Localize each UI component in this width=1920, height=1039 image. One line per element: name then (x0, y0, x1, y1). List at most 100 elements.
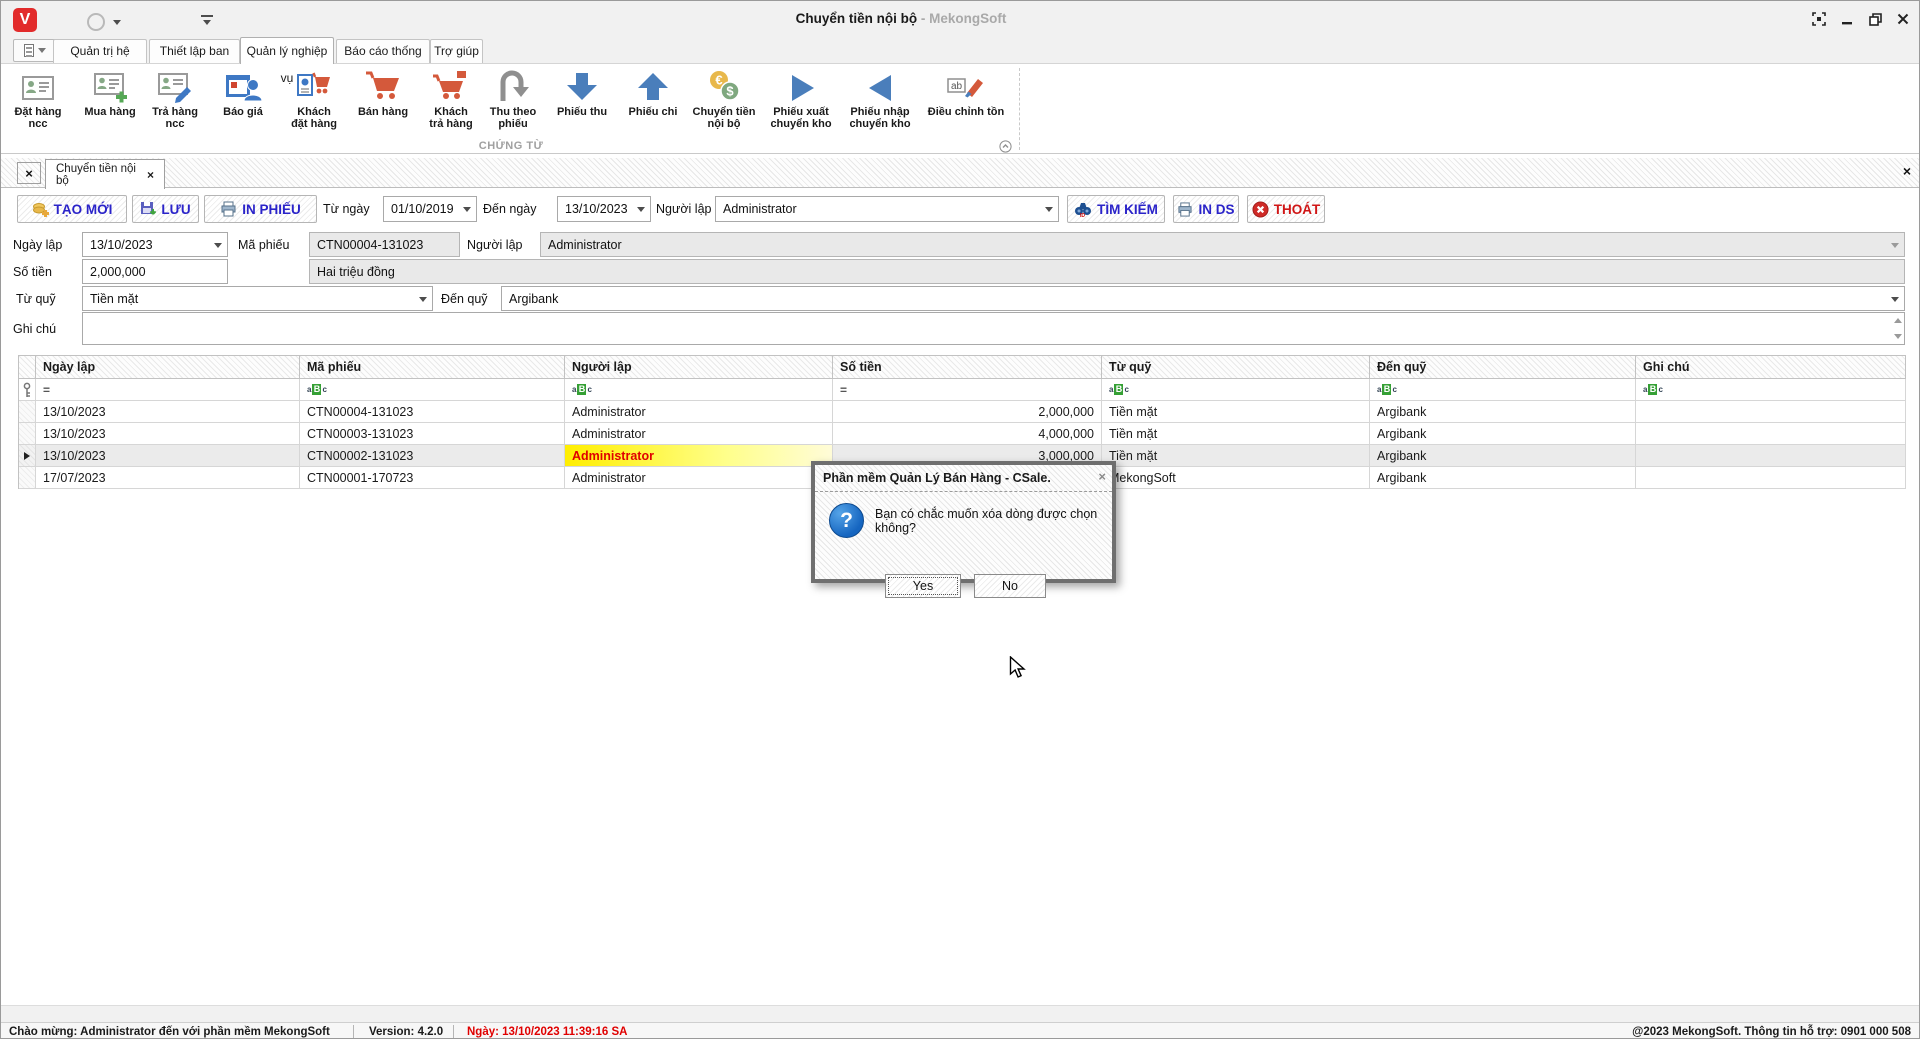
cell-to-fund[interactable]: Argibank (1370, 423, 1636, 445)
chevron-down-icon (1891, 243, 1899, 248)
tab-chuyen-tien-noi-bo[interactable]: Chuyển tiền nội bộ × (45, 159, 165, 189)
from-fund-combo[interactable]: Tiền mặt (82, 286, 433, 311)
ribbon-item-phieu-nhap[interactable]: Phiếu nhậpchuyển kho (836, 67, 924, 133)
ribbon-tab-1[interactable]: Quản trị hệ thống (53, 39, 147, 64)
cell-from-fund[interactable]: Tiền mặt (1102, 401, 1370, 423)
to-date-label: Đến ngày (483, 195, 537, 223)
to-fund-label: Đến quỹ (441, 286, 488, 311)
ribbon-tab-5[interactable]: Trợ giúp (430, 39, 483, 64)
cell-code[interactable]: CTN00001-170723 (300, 467, 565, 489)
cell-creator[interactable]: Administrator (565, 467, 833, 489)
cell-from-fund[interactable]: Tiền mặt (1102, 445, 1370, 467)
grid-filter-cell[interactable]: aBc (1636, 379, 1906, 401)
cell-to-fund[interactable]: Argibank (1370, 401, 1636, 423)
create-new-button[interactable]: TẠO MỚI (17, 195, 127, 223)
cell-from-fund[interactable]: MekongSoft (1102, 467, 1370, 489)
abc-filter-icon: aBc (1643, 384, 1663, 395)
cell-date[interactable]: 13/10/2023 (36, 423, 300, 445)
cell-code[interactable]: CTN00004-131023 (300, 401, 565, 423)
cell-amount[interactable]: 4,000,000 (833, 423, 1102, 445)
receipt-code-label: Mã phiếu (238, 232, 289, 257)
main-menu-button[interactable] (13, 39, 57, 62)
grid-filter-cell[interactable]: aBc (565, 379, 833, 401)
grid-column-header[interactable]: Người lập (565, 356, 833, 379)
cell-to-fund[interactable]: Argibank (1370, 467, 1636, 489)
close-all-tabs-button[interactable]: × (17, 162, 41, 184)
status-copyright: @2023 MekongSoft. Thông tin hỗ trợ: 0901… (1632, 1023, 1911, 1039)
scroll-down-icon[interactable] (1894, 334, 1902, 339)
window-title-suffix: - MekongSoft (917, 11, 1006, 26)
cell-from-fund[interactable]: Tiền mặt (1102, 423, 1370, 445)
grid-filter-cell[interactable]: = (36, 379, 300, 401)
cell-creator[interactable]: Administrator (565, 423, 833, 445)
note-input[interactable] (82, 312, 1905, 345)
dialog-close-icon[interactable]: × (1098, 469, 1106, 484)
grid-column-header[interactable]: Ghi chú (1636, 356, 1906, 379)
cell-note[interactable] (1636, 423, 1906, 445)
ribbon-item-dieu-chinh-ton[interactable]: abĐiều chỉnh tồn (916, 67, 1016, 133)
to-date-value: 13/10/2023 (565, 202, 628, 216)
ribbon-collapse-icon[interactable] (999, 140, 1012, 158)
dialog-title-bar[interactable]: Phần mềm Quản Lý Bán Hàng - CSale. × (815, 465, 1112, 492)
ribbon-tab-3[interactable]: Quản lý nghiệp vụ (240, 37, 334, 64)
creator-value: Administrator (548, 238, 622, 252)
grid-row-1[interactable]: 13/10/2023CTN00004-131023Administrator2,… (19, 401, 1906, 423)
close-icon[interactable] (1895, 11, 1911, 27)
yes-button[interactable]: Yes (885, 574, 961, 598)
to-fund-combo[interactable]: Argibank (501, 286, 1905, 311)
print-list-button[interactable]: IN DS (1173, 195, 1239, 223)
creator-filter-value: Administrator (723, 202, 797, 216)
cell-code[interactable]: CTN00002-131023 (300, 445, 565, 467)
grid-filter-cell[interactable]: aBc (300, 379, 565, 401)
document-tab-strip: × Chuyển tiền nội bộ × × (1, 158, 1919, 188)
fit-screen-icon[interactable] (1811, 11, 1827, 27)
no-button[interactable]: No (974, 574, 1046, 598)
minimize-icon[interactable] (1839, 11, 1855, 27)
grid-column-header[interactable]: Mã phiếu (300, 356, 565, 379)
date-created-picker[interactable]: 13/10/2023 (82, 232, 228, 257)
tab-close-icon[interactable]: × (147, 168, 154, 182)
close-document-icon[interactable]: × (1903, 163, 1911, 179)
ribbon-item-chuyen-tien[interactable]: €$Chuyển tiềnnội bộ (680, 67, 768, 133)
cell-code[interactable]: CTN00003-131023 (300, 423, 565, 445)
svg-text:ID: ID (1080, 213, 1085, 217)
ribbon-tab-4[interactable]: Báo cáo thống kê (336, 39, 430, 64)
document-icon (24, 44, 34, 57)
grid-column-header[interactable]: Đến quỹ (1370, 356, 1636, 379)
cell-note[interactable] (1636, 467, 1906, 489)
grid-filter-cell[interactable]: = (833, 379, 1102, 401)
cell-date[interactable]: 17/07/2023 (36, 467, 300, 489)
cell-creator[interactable]: Administrator (565, 445, 833, 467)
question-icon: ? (829, 503, 864, 538)
grid-column-header[interactable]: Số tiền (833, 356, 1102, 379)
cell-to-fund[interactable]: Argibank (1370, 445, 1636, 467)
save-button[interactable]: LƯU (132, 195, 199, 223)
cell-note[interactable] (1636, 445, 1906, 467)
grid-row-2[interactable]: 13/10/2023CTN00003-131023Administrator4,… (19, 423, 1906, 445)
key-icon (22, 382, 32, 398)
ribbon-item-phieu-xuat[interactable]: Phiếu xuấtchuyển kho (757, 67, 845, 133)
amount-input[interactable]: 2,000,000 (82, 259, 228, 284)
grid-filter-cell[interactable]: aBc (1102, 379, 1370, 401)
cell-note[interactable] (1636, 401, 1906, 423)
grid-column-header[interactable]: Ngày lập (36, 356, 300, 379)
cell-creator[interactable]: Administrator (565, 401, 833, 423)
ribbon-tab-2[interactable]: Thiết lập ban đầu (149, 39, 240, 64)
row-indicator (19, 423, 36, 445)
restore-icon[interactable] (1867, 11, 1883, 27)
selected-row-arrow-icon (24, 452, 30, 460)
cell-amount[interactable]: 2,000,000 (833, 401, 1102, 423)
exit-button[interactable]: THOÁT (1247, 195, 1325, 223)
grid-filter-row: =aBcaBc=aBcaBcaBc (19, 379, 1906, 401)
to-date-picker[interactable]: 13/10/2023 (557, 196, 651, 222)
grid-column-header[interactable]: Từ quỹ (1102, 356, 1370, 379)
cell-date[interactable]: 13/10/2023 (36, 445, 300, 467)
search-button[interactable]: ID TÌM KIẾM (1067, 195, 1165, 223)
cell-date[interactable]: 13/10/2023 (36, 401, 300, 423)
print-receipt-button[interactable]: IN PHIẾU (204, 195, 317, 223)
creator-filter-combo[interactable]: Administrator (715, 196, 1059, 222)
from-date-picker[interactable]: 01/10/2019 (383, 196, 477, 222)
print-receipt-label: IN PHIẾU (242, 202, 301, 217)
scroll-up-icon[interactable] (1894, 318, 1902, 323)
grid-filter-cell[interactable]: aBc (1370, 379, 1636, 401)
